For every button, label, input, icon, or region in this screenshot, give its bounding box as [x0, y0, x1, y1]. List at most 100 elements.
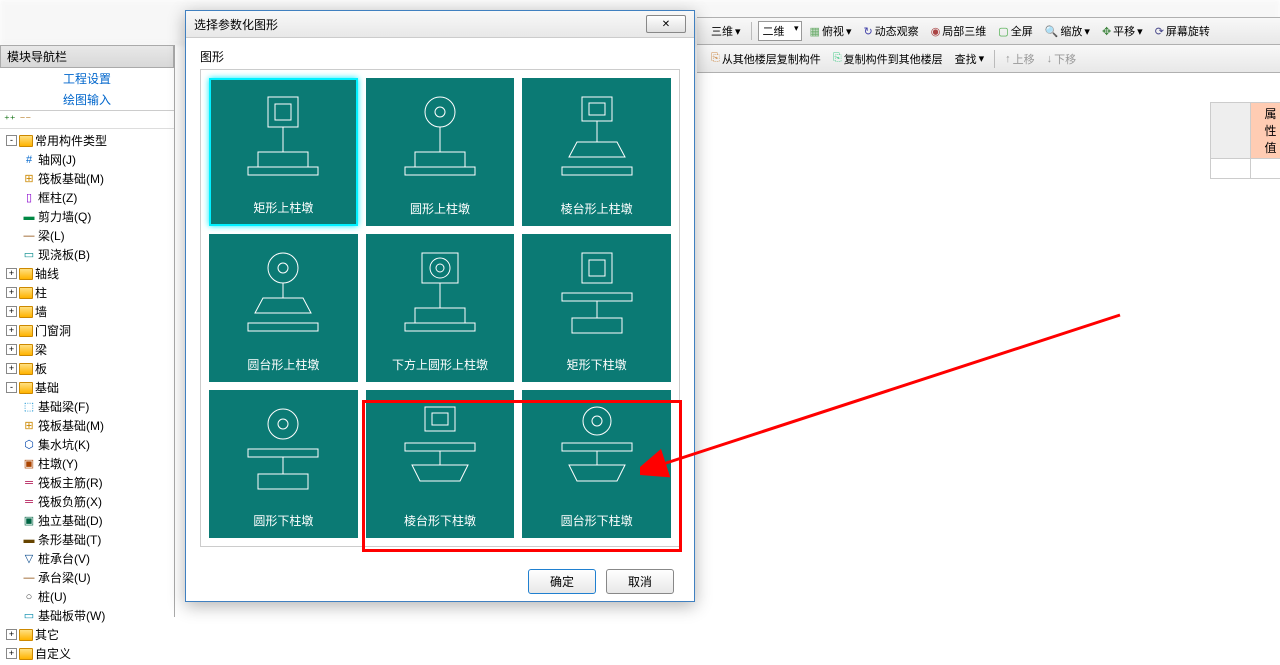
item-icon: ▽ — [22, 552, 36, 566]
tree-item[interactable]: ▭基础板带(W) — [2, 606, 172, 625]
tree-folder[interactable]: + 门窗洞 — [2, 321, 172, 340]
shape-preview — [367, 79, 514, 194]
shape-rect-bottom[interactable]: 矩形下柱墩 — [522, 234, 671, 382]
tree-item[interactable]: ▭现浇板(B) — [2, 245, 172, 264]
shape-rect-top[interactable]: 矩形上柱墩 — [209, 78, 358, 226]
tree-root-label: 常用构件类型 — [35, 132, 107, 149]
expander-icon[interactable]: - — [6, 382, 17, 393]
tree-item[interactable]: ⬡集水坑(K) — [2, 435, 172, 454]
expander-icon[interactable]: + — [6, 344, 17, 355]
expander-icon[interactable]: + — [6, 268, 17, 279]
tool-fullscreen[interactable]: ▢全屏 — [994, 21, 1036, 41]
tree-folder-label: 轴线 — [35, 265, 59, 282]
tree-item[interactable]: ═筏板主筋(R) — [2, 473, 172, 492]
tree-folder-other[interactable]: +其它 — [2, 625, 172, 644]
shape-circle-bottom[interactable]: 圆形下柱墩 — [209, 390, 358, 538]
shape-circle-top[interactable]: 圆形上柱墩 — [366, 78, 515, 226]
shape-label: 圆台形下柱墩 — [561, 512, 633, 529]
tree-root[interactable]: - 常用构件类型 — [2, 131, 172, 150]
tree-folder-foundation[interactable]: -基础 — [2, 378, 172, 397]
expander-icon[interactable]: + — [6, 648, 17, 659]
tool-zoom[interactable]: 🔍缩放▾ — [1041, 21, 1094, 41]
tree-folder[interactable]: +梁 — [2, 340, 172, 359]
tree-folder[interactable]: +墙 — [2, 302, 172, 321]
tool-3d[interactable]: 三维▾ — [707, 21, 745, 41]
view-dropdown[interactable]: 二维 — [758, 21, 802, 41]
toolbar-label: 局部三维 — [942, 23, 986, 39]
tool-local-3d[interactable]: ◉局部三维 — [927, 21, 991, 41]
property-table: 属性值 附加 — [1210, 102, 1280, 179]
tree-item-label: 框柱(Z) — [38, 189, 77, 206]
dropdown-arrow-icon: ▾ — [979, 52, 985, 65]
tree-folder-label: 门窗洞 — [35, 322, 71, 339]
tree-item[interactable]: ═筏板负筋(X) — [2, 492, 172, 511]
tree-item[interactable]: ▣独立基础(D) — [2, 511, 172, 530]
tool-top-view[interactable]: ▦俯视▾ — [806, 21, 856, 41]
tree-folder[interactable]: +柱 — [2, 283, 172, 302]
cancel-button[interactable]: 取消 — [606, 569, 674, 594]
folder-icon — [19, 268, 33, 280]
btn-move-up[interactable]: ↑上移 — [1001, 49, 1039, 69]
tree-item[interactable]: ▬剪力墙(Q) — [2, 207, 172, 226]
toolbar-label: 全屏 — [1011, 23, 1033, 39]
shape-preview — [523, 79, 670, 194]
collapse-all-icon[interactable]: ⁻⁻ — [20, 113, 32, 126]
dialog-titlebar: 选择参数化图形 ✕ — [186, 11, 694, 38]
folder-icon — [19, 325, 33, 337]
draw-input-link[interactable]: 绘图输入 — [0, 89, 174, 110]
up-arrow-icon: ↑ — [1005, 53, 1011, 65]
tree-item[interactable]: #轴网(J) — [2, 150, 172, 169]
tree-item[interactable]: —承台梁(U) — [2, 568, 172, 587]
folder-icon — [19, 648, 33, 660]
folder-icon — [19, 135, 33, 147]
tree-item[interactable]: ⬚基础梁(F) — [2, 397, 172, 416]
expander-icon[interactable]: - — [6, 135, 17, 146]
zoom-icon: 🔍 — [1045, 25, 1059, 38]
shape-prism-top[interactable]: 棱台形上柱墩 — [522, 78, 671, 226]
folder-icon — [19, 629, 33, 641]
project-settings-link[interactable]: 工程设置 — [0, 68, 174, 89]
tool-rotate[interactable]: ⟳屏幕旋转 — [1151, 21, 1214, 41]
tree-item[interactable]: ▯框柱(Z) — [2, 188, 172, 207]
shape-cone-bottom[interactable]: 圆台形下柱墩 — [522, 390, 671, 538]
tool-dynamic-view[interactable]: ↻动态观察 — [859, 21, 922, 41]
tree-item[interactable]: ▽桩承台(V) — [2, 549, 172, 568]
shape-label: 圆形上柱墩 — [410, 200, 470, 217]
expander-icon[interactable]: + — [6, 287, 17, 298]
shape-cone-top[interactable]: 圆台形上柱墩 — [209, 234, 358, 382]
tree-item-label: 桩承台(V) — [38, 550, 90, 567]
shape-rect-circle-top[interactable]: 下方上圆形上柱墩 — [366, 234, 515, 382]
expander-icon[interactable]: + — [6, 629, 17, 640]
shape-prism-bottom[interactable]: 棱台形下柱墩 — [366, 390, 515, 538]
item-icon: ▣ — [22, 457, 36, 471]
btn-search[interactable]: 查找▾ — [951, 49, 989, 69]
tool-pan[interactable]: ✥平移▾ — [1098, 21, 1147, 41]
btn-copy-to-floor[interactable]: ⎘复制构件到其他楼层 — [829, 49, 947, 69]
close-button[interactable]: ✕ — [646, 15, 686, 33]
expand-all-icon[interactable]: ⁺⁺ — [4, 113, 16, 126]
folder-icon — [19, 363, 33, 375]
tree-toolbar: ⁺⁺ ⁻⁻ — [0, 111, 174, 129]
btn-copy-from-floor[interactable]: ⎘从其他楼层复制构件 — [707, 49, 825, 69]
shape-preview — [367, 235, 514, 350]
tree-folder[interactable]: + 轴线 — [2, 264, 172, 283]
tree-item[interactable]: ⊞筏板基础(M) — [2, 416, 172, 435]
shape-label: 圆台形上柱墩 — [247, 356, 319, 373]
tree-item[interactable]: ▬条形基础(T) — [2, 530, 172, 549]
tree-item[interactable]: ○桩(U) — [2, 587, 172, 606]
expander-icon[interactable]: + — [6, 325, 17, 336]
btn-move-down[interactable]: ↓下移 — [1043, 49, 1081, 69]
parametric-shape-dialog: 选择参数化图形 ✕ 图形 矩形上柱墩 圆形上柱墩 — [185, 10, 695, 602]
expander-icon[interactable]: + — [6, 363, 17, 374]
property-row[interactable] — [1211, 159, 1280, 179]
tree-item[interactable]: —梁(L) — [2, 226, 172, 245]
dropdown-arrow-icon: ▾ — [1084, 25, 1090, 38]
shape-label: 棱台形上柱墩 — [561, 200, 633, 217]
tree-item[interactable]: ⊞筏板基础(M) — [2, 169, 172, 188]
ok-button[interactable]: 确定 — [528, 569, 596, 594]
tree-item[interactable]: ▣柱墩(Y) — [2, 454, 172, 473]
tree-folder[interactable]: +板 — [2, 359, 172, 378]
tree-folder-custom[interactable]: +自定义 — [2, 644, 172, 663]
close-icon: ✕ — [662, 19, 670, 30]
expander-icon[interactable]: + — [6, 306, 17, 317]
